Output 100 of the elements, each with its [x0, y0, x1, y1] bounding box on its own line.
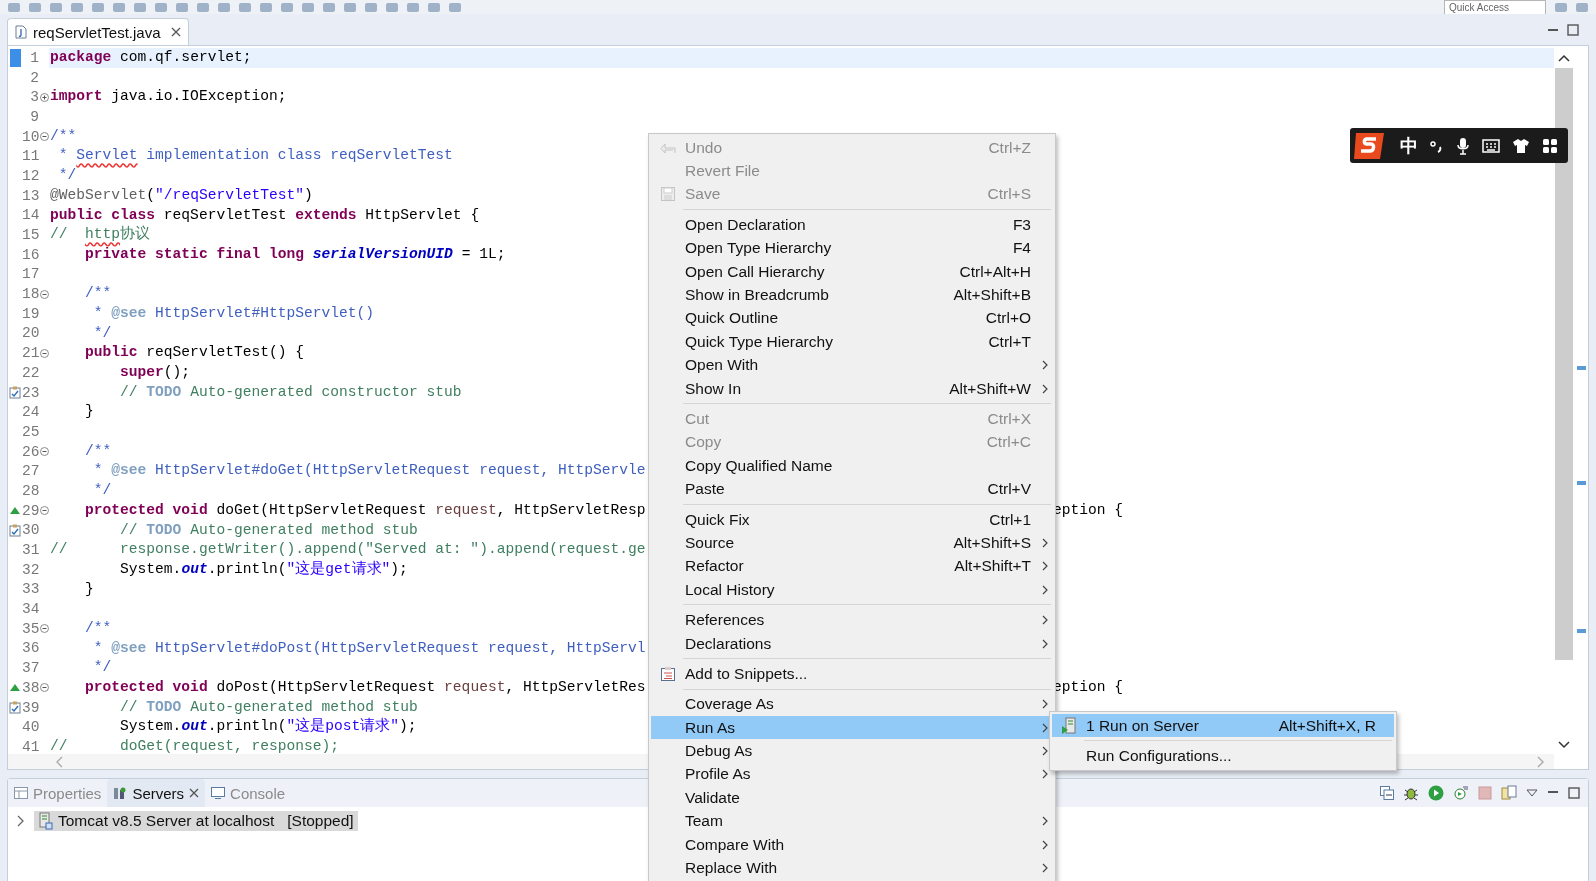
toolbar-icon[interactable]	[155, 2, 167, 12]
menu-item[interactable]: Quick Type Hierarchy Ctrl+T	[651, 330, 1053, 354]
toolbar-icon[interactable]	[386, 2, 398, 12]
keyboard-icon[interactable]	[1482, 138, 1500, 153]
collapse-icon[interactable]	[39, 683, 49, 693]
menu-item[interactable]: Paste Ctrl+V	[651, 477, 1053, 501]
publish-icon[interactable]	[1501, 785, 1517, 801]
toolbar-icon[interactable]	[176, 2, 188, 12]
menu-item[interactable]: Add to Snippets...	[651, 662, 1053, 686]
java-file-icon	[15, 25, 27, 39]
toolbar-icon[interactable]	[92, 2, 104, 12]
toolbar-icon[interactable]	[344, 2, 356, 12]
code-line: super();	[119, 363, 191, 382]
menu-item[interactable]: Open With	[651, 353, 1053, 377]
servers-icon	[113, 786, 128, 800]
menu-item[interactable]: Coverage As	[651, 692, 1053, 716]
toolbar-icon[interactable]	[218, 2, 230, 12]
menu-item[interactable]: Validate	[651, 786, 1053, 810]
menu-item[interactable]: Local History	[651, 578, 1053, 602]
play-icon[interactable]	[1428, 785, 1444, 801]
editor-tab[interactable]: reqServletTest.java	[7, 18, 189, 45]
menu-item[interactable]: Source Alt+Shift+S	[651, 531, 1053, 555]
toolbar-icon[interactable]	[8, 2, 20, 12]
input-mode-toggle[interactable]: 中	[1400, 133, 1418, 158]
toolbar-icon[interactable]	[449, 2, 461, 12]
menu-item[interactable]: Declarations	[651, 631, 1053, 656]
toolbar-icon[interactable]	[260, 2, 272, 12]
toolbar-icon[interactable]	[281, 2, 293, 12]
toolbar-icon[interactable]	[29, 2, 41, 12]
menu-item[interactable]: Quick Outline Ctrl+O	[651, 306, 1053, 331]
code-line: */	[92, 481, 112, 501]
scroll-down-icon[interactable]	[1558, 741, 1570, 749]
menu-item[interactable]: 1 Run on Server Alt+Shift+X, R	[1052, 714, 1394, 738]
collapse-icon[interactable]	[39, 132, 49, 142]
maximize-icon[interactable]	[1568, 787, 1580, 799]
toolbar-icon[interactable]	[428, 2, 440, 12]
toolbar-icon[interactable]	[239, 2, 251, 12]
code-line: import java.io.IOException;	[49, 87, 287, 107]
toolbar-icon[interactable]	[1555, 2, 1567, 12]
menu-item[interactable]: Copy Qualified Name	[651, 454, 1053, 478]
quick-access-field[interactable]: Quick Access	[1444, 0, 1546, 14]
code-line: System.out.println("这是post请求");	[119, 717, 417, 737]
expand-icon[interactable]	[39, 92, 49, 102]
code-line: // http协议	[49, 225, 151, 245]
toolbar-icon[interactable]	[1576, 2, 1588, 12]
menu-item[interactable]: Replace With	[651, 856, 1053, 880]
menu-item[interactable]: Profile As	[651, 762, 1053, 787]
menu-item[interactable]: Show In Alt+Shift+W	[651, 376, 1053, 401]
menu-item[interactable]: Debug As	[651, 739, 1053, 763]
server-node[interactable]: Tomcat v8.5 Server at localhost [Stopped]	[34, 811, 358, 831]
collapse-icon[interactable]	[39, 506, 49, 516]
toolbar-icon[interactable]	[302, 2, 314, 12]
grid-icon[interactable]	[1542, 137, 1558, 154]
collapse-icon[interactable]	[39, 289, 49, 299]
scroll-left-icon[interactable]	[56, 755, 64, 768]
menu-item[interactable]: Quick Fix Ctrl+1	[651, 507, 1053, 532]
snippet-icon	[661, 666, 675, 682]
menu-item[interactable]: Refactor Alt+Shift+T	[651, 554, 1053, 579]
toolbar-icon[interactable]	[134, 2, 146, 12]
line-number: 41	[22, 738, 39, 754]
toolbar-icon[interactable]	[365, 2, 377, 12]
menu-item[interactable]: Open Call Hierarchy Ctrl+Alt+H	[651, 259, 1053, 284]
scroll-up-icon[interactable]	[1558, 54, 1570, 62]
code-line: * @see HttpServlet#doPost(HttpServletRequest request, HttpServl	[92, 638, 646, 658]
collapse-icon[interactable]	[39, 348, 49, 358]
toolbar-icon[interactable]	[407, 2, 419, 12]
collapse-all-icon[interactable]	[1380, 786, 1394, 800]
scroll-right-icon[interactable]	[1536, 755, 1544, 768]
scrollbar-thumb[interactable]	[1555, 68, 1573, 660]
code-line: // TODO Auto-generated method stub	[119, 697, 418, 717]
view-menu-icon[interactable]	[1526, 789, 1538, 797]
microphone-icon[interactable]	[1456, 136, 1470, 155]
toolbar-icon[interactable]	[323, 2, 335, 12]
menu-item[interactable]: References	[651, 608, 1053, 632]
server-icon	[38, 812, 54, 830]
maximize-icon[interactable]	[1567, 23, 1579, 36]
code-line: /**	[84, 284, 112, 304]
view-tab[interactable]: Servers	[107, 779, 206, 807]
collapse-icon[interactable]	[39, 447, 49, 457]
close-icon[interactable]	[189, 788, 200, 798]
toolbar-icon[interactable]	[71, 2, 83, 12]
toolbar-icon[interactable]	[113, 2, 125, 12]
bug-icon[interactable]	[1403, 785, 1419, 801]
menu-item[interactable]: Compare With	[651, 832, 1053, 857]
code-line: // TODO Auto-generated constructor stub	[119, 382, 462, 402]
menu-item[interactable]: Open Type Hierarchy F4	[651, 236, 1053, 260]
menu-item[interactable]: Open Declaration F3	[651, 213, 1053, 237]
menu-item[interactable]: Run Configurations...	[1052, 744, 1394, 768]
collapse-icon[interactable]	[39, 624, 49, 634]
code-line: System.out.println("这是get请求");	[119, 559, 408, 579]
code-line: /**	[49, 126, 77, 146]
menu-item[interactable]: Team	[651, 809, 1053, 833]
close-icon[interactable]	[170, 27, 181, 37]
toolbar-icon[interactable]	[197, 2, 209, 12]
shirt-icon[interactable]	[1512, 137, 1530, 154]
menu-item[interactable]: Show in Breadcrumb Alt+Shift+B	[651, 283, 1053, 307]
toolbar-icon[interactable]	[50, 2, 62, 12]
run-server-icon	[1061, 716, 1077, 735]
profile-run-icon[interactable]	[1453, 785, 1469, 801]
code-line: /**	[84, 441, 112, 461]
